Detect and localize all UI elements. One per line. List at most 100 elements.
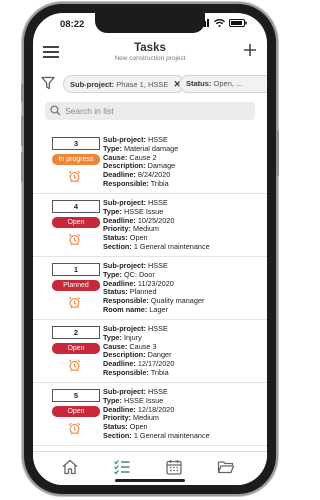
- app-screen: 08:22 Tasks New construction project Sub…: [33, 13, 267, 485]
- task-card[interactable]: 4 Open Sub-project: HSSE Type: HSSE Issue…: [33, 194, 267, 257]
- task-field-value: Material damage: [123, 143, 179, 153]
- task-field-label: Sub-project:: [103, 324, 146, 333]
- task-field-value: Injury: [123, 332, 142, 342]
- alarm-clock-icon: [68, 359, 81, 372]
- status-badge: Open: [52, 217, 100, 228]
- search-bar[interactable]: Search in list: [45, 102, 255, 120]
- task-field-label: Type:: [103, 395, 122, 405]
- page-subtitle: New construction project: [114, 55, 186, 62]
- task-field-label: Type:: [103, 332, 122, 342]
- task-field-label: Type:: [103, 143, 122, 153]
- task-field-value: Danger: [147, 350, 172, 360]
- search-icon: [50, 105, 61, 116]
- checklist-icon[interactable]: [113, 458, 131, 476]
- filter-icon[interactable]: [41, 76, 55, 90]
- task-details: Sub-project: HSSE Type: Injury Cause: Caus…: [103, 324, 175, 378]
- task-card[interactable]: 1 Planned Sub-project: HSSE Type: QC: Doo…: [33, 257, 267, 320]
- status-icons: [198, 19, 247, 27]
- task-field-label: Room name:: [103, 304, 148, 314]
- task-field-label: Type:: [103, 206, 122, 216]
- task-field-label: Sub-project:: [103, 198, 146, 207]
- folder-icon[interactable]: [217, 458, 235, 476]
- task-field-label: Deadline:: [103, 278, 136, 288]
- task-field-value: HSSE: [148, 387, 168, 396]
- task-field-label: Responsible:: [103, 296, 149, 306]
- task-card[interactable]: 3 In progress Sub-project: HSSE Type: Mat…: [33, 131, 267, 194]
- task-field-value: Damage: [147, 161, 176, 171]
- task-field-value: Lager: [149, 304, 168, 314]
- task-list: 3 In progress Sub-project: HSSE Type: Mat…: [33, 131, 267, 450]
- task-field-value: Open: [129, 233, 148, 243]
- task-field-label: Deadline:: [103, 404, 136, 414]
- volume-up-button: [21, 116, 24, 146]
- task-field-label: Status:: [103, 422, 128, 432]
- task-field-value: Medium: [133, 224, 159, 234]
- task-field-label: Sub-project:: [103, 135, 146, 144]
- status-badge: Open: [52, 343, 100, 354]
- status-badge: Planned: [52, 280, 100, 291]
- task-field-value: HSSE: [148, 261, 168, 270]
- task-field-value: HSSE: [148, 198, 168, 207]
- filter-chip-value: Phase 1, HSSE: [116, 80, 169, 89]
- task-field-value: HSSE Issue: [123, 395, 164, 405]
- task-field: Room name: Lager: [103, 304, 204, 315]
- filter-chip-label: Sub-project:: [70, 80, 115, 89]
- power-button: [276, 130, 279, 176]
- battery-icon: [229, 19, 247, 27]
- task-field-value: HSSE: [148, 135, 168, 144]
- task-details: Sub-project: HSSE Type: HSSE Issue Deadlin…: [103, 387, 210, 441]
- task-field-label: Section:: [103, 430, 132, 440]
- wifi-icon: [214, 19, 225, 27]
- task-field-label: Responsible:: [103, 367, 149, 377]
- task-details: Sub-project: HSSE Type: QC: Door Deadline:…: [103, 261, 205, 315]
- task-field-value: HSSE Issue: [123, 206, 164, 216]
- task-field-value: 8/24/2020: [137, 170, 171, 180]
- status-time: 08:22: [60, 19, 85, 30]
- task-field-label: Cause:: [103, 341, 128, 351]
- add-task-button[interactable]: [243, 41, 257, 61]
- task-field-value: QC: Door: [123, 269, 155, 279]
- task-field-label: Status:: [103, 233, 128, 243]
- app-header: Tasks New construction project: [33, 35, 267, 67]
- camera-notch: [95, 13, 205, 33]
- task-id: 5: [52, 389, 100, 402]
- task-field-value: Cause 3: [129, 341, 157, 351]
- task-field-value: 1 General maintenance: [133, 241, 210, 251]
- alarm-clock-icon: [68, 170, 81, 183]
- task-field-label: Deadline:: [103, 170, 136, 180]
- alarm-clock-icon: [68, 296, 81, 309]
- task-id: 2: [52, 326, 100, 339]
- task-field: Responsible: Tribia: [103, 179, 178, 189]
- task-field-label: Priority:: [103, 224, 131, 234]
- task-card[interactable]: 5 Open Sub-project: HSSE Type: HSSE Issue…: [33, 383, 267, 446]
- page-title: Tasks: [134, 42, 166, 54]
- task-field-value: 12/18/2020: [137, 404, 175, 414]
- home-indicator: [115, 479, 185, 482]
- task-id: 3: [52, 137, 100, 150]
- calendar-icon[interactable]: [165, 458, 183, 476]
- filter-bar: Sub-project: Phase 1, HSSE ✕ Status: Ope…: [33, 73, 267, 95]
- search-input[interactable]: Search in list: [65, 106, 114, 116]
- task-field-label: Deadline:: [103, 359, 136, 369]
- task-details: Sub-project: HSSE Type: Material damage Ca…: [103, 135, 179, 189]
- task-field-value: HSSE: [148, 324, 168, 333]
- plus-icon: [244, 44, 256, 56]
- task-field-label: Description:: [103, 161, 146, 171]
- task-card[interactable]: 2 Open Sub-project: HSSE Type: Injury Caus…: [33, 320, 267, 383]
- task-field-value: Quality manager: [150, 296, 205, 306]
- task-field: Section: 1 General maintenance: [103, 241, 210, 252]
- filter-chip-label: Status:: [186, 79, 212, 88]
- task-field-value: Medium: [133, 413, 159, 423]
- task-field-value: 12/17/2020: [137, 359, 175, 369]
- volume-down-button: [21, 152, 24, 182]
- filter-chip-status[interactable]: Status: Open, ...: [179, 75, 267, 93]
- task-field-label: Sub-project:: [103, 261, 146, 270]
- home-icon[interactable]: [61, 458, 79, 476]
- task-id: 4: [52, 200, 100, 213]
- filter-chip-subproject[interactable]: Sub-project: Phase 1, HSSE ✕: [63, 75, 185, 93]
- status-badge: In progress: [52, 154, 100, 165]
- task-field-label: Type:: [103, 269, 122, 279]
- task-field-label: Deadline:: [103, 215, 136, 225]
- task-field-value: Cause 2: [129, 152, 157, 162]
- status-badge: Open: [52, 406, 100, 417]
